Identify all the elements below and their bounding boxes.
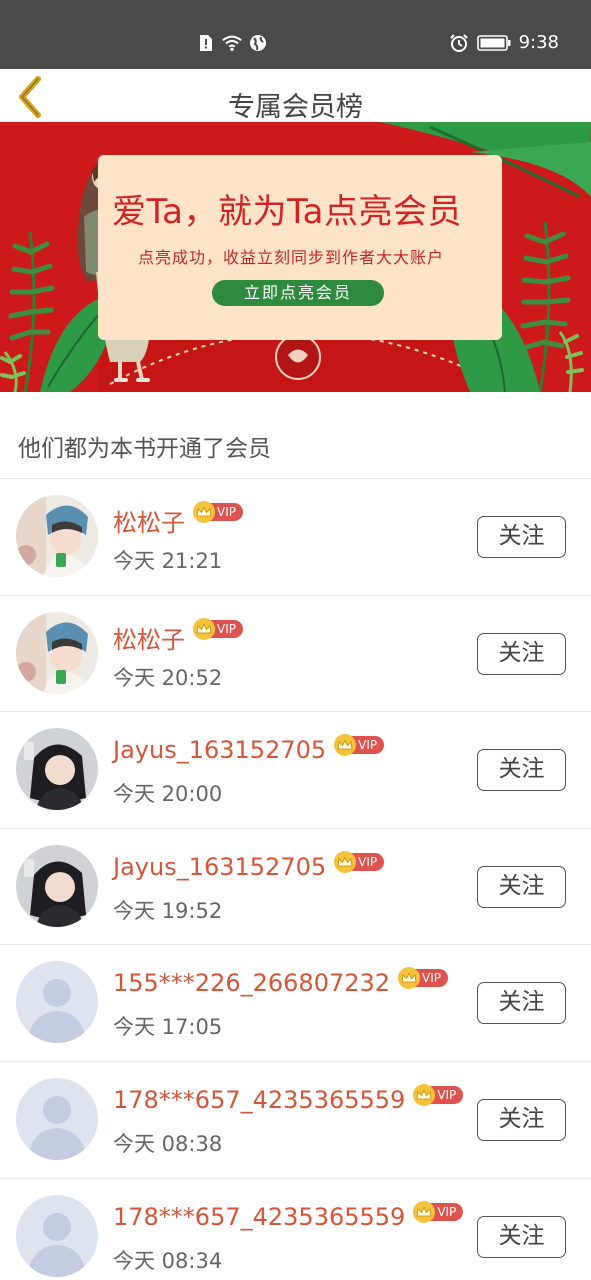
member-name-line: Jayus_163152705 VIP [113, 734, 385, 764]
globe-icon [248, 33, 268, 53]
vip-badge: VIP [398, 967, 449, 990]
member-row: 松松子 VIP 今天 20:52 关注 [0, 596, 591, 713]
crown-icon [334, 850, 357, 873]
vip-badge: VIP [413, 1083, 464, 1106]
status-bar: 9:38 [0, 0, 591, 69]
member-name[interactable]: 178***657_4235365559 [113, 1203, 405, 1231]
member-list: 松松子 VIP 今天 21:21 关注 松松子 VIP 今天 20:52 关注 Ja… [0, 479, 591, 1280]
page-title: 专属会员榜 [228, 92, 363, 123]
status-icons-center [196, 33, 268, 53]
vip-badge: VIP [193, 617, 243, 640]
vip-badge: VIP [413, 1200, 464, 1223]
follow-button[interactable]: 关注 [477, 982, 566, 1025]
status-time: 9:38 [518, 32, 559, 53]
member-name[interactable]: Jayus_163152705 [113, 853, 326, 881]
follow-button[interactable]: 关注 [477, 749, 566, 792]
member-time: 今天 20:00 [113, 782, 223, 807]
member-name[interactable]: 松松子 [113, 509, 185, 537]
follow-button[interactable]: 关注 [477, 516, 566, 558]
section-title: 他们都为本书开通了会员 [18, 436, 271, 462]
member-name[interactable]: 松松子 [113, 626, 185, 654]
member-name-line: 178***657_4235365559 VIP [113, 1200, 464, 1231]
promo-banner[interactable]: 爱Ta，就为Ta点亮会员 点亮成功，收益立刻同步到作者大大账户 立即点亮会员 [0, 122, 591, 392]
crown-icon [413, 1200, 436, 1223]
vip-badge: VIP [334, 850, 385, 873]
member-time: 今天 08:38 [113, 1131, 223, 1156]
member-name[interactable]: 155***226_266807232 [113, 969, 390, 997]
light-up-membership-button[interactable]: 立即点亮会员 [212, 280, 384, 306]
member-name[interactable]: Jayus_163152705 [113, 736, 326, 764]
member-row: 松松子 VIP 今天 21:21 关注 [0, 479, 591, 596]
alarm-icon [449, 33, 469, 53]
member-row: 178***657_4235365559 VIP 今天 08:34 关注 [0, 1179, 591, 1280]
member-row: 155***226_266807232 VIP 今天 17:05 关注 [0, 945, 591, 1062]
vip-badge: VIP [334, 734, 385, 757]
member-time: 今天 20:52 [113, 665, 223, 690]
member-row: Jayus_163152705 VIP 今天 19:52 关注 [0, 829, 591, 946]
member-row: 178***657_4235365559 VIP 今天 08:38 关注 [0, 1062, 591, 1179]
crown-icon [193, 501, 215, 523]
avatar-default[interactable] [16, 1194, 98, 1277]
status-icons-right: 9:38 [449, 32, 559, 53]
avatar-photo[interactable] [16, 844, 98, 927]
member-time: 今天 21:21 [113, 549, 223, 573]
follow-button[interactable]: 关注 [477, 1098, 566, 1141]
member-name-line: 松松子 VIP [113, 617, 243, 655]
avatar-default[interactable] [16, 961, 98, 1044]
banner-headline: 爱Ta，就为Ta点亮会员 [112, 192, 462, 232]
member-name-line: 178***657_4235365559 VIP [113, 1083, 464, 1114]
member-name-line: 155***226_266807232 VIP [113, 967, 449, 997]
member-time: 今天 08:34 [113, 1248, 223, 1273]
member-time: 今天 19:52 [113, 898, 223, 923]
member-row: Jayus_163152705 VIP 今天 20:00 关注 [0, 712, 591, 829]
avatar-photo[interactable] [16, 728, 98, 811]
header: 专属会员榜 [0, 69, 591, 123]
wifi-icon [222, 33, 242, 53]
banner-subtitle: 点亮成功，收益立刻同步到作者大大账户 [138, 248, 445, 267]
avatar-default[interactable] [16, 1077, 98, 1160]
follow-button[interactable]: 关注 [477, 1215, 566, 1258]
follow-button[interactable]: 关注 [477, 632, 566, 675]
member-name-line: Jayus_163152705 VIP [113, 850, 385, 881]
member-name-line: 松松子 VIP [113, 501, 243, 538]
follow-button[interactable]: 关注 [477, 865, 566, 908]
avatar-photo[interactable] [16, 611, 98, 694]
member-time: 今天 17:05 [113, 1015, 223, 1040]
vip-badge: VIP [193, 501, 243, 523]
member-name[interactable]: 178***657_4235365559 [113, 1086, 405, 1114]
crown-icon [193, 617, 215, 640]
battery-icon [476, 33, 511, 53]
sim-alert-icon [196, 33, 216, 53]
avatar-photo[interactable] [16, 495, 98, 577]
